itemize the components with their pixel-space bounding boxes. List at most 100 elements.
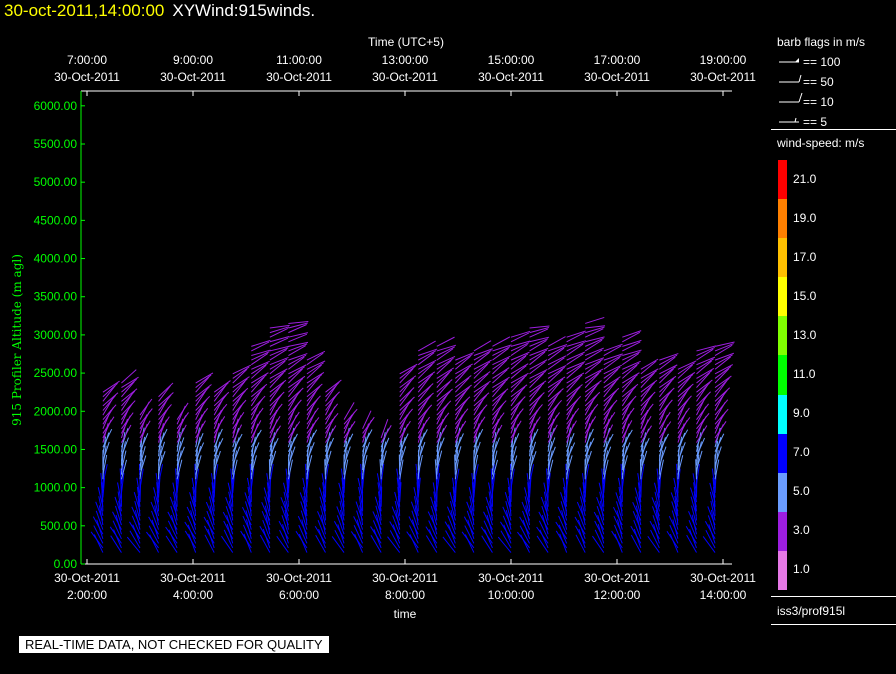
x-tick-date: 30-Oct-2011: [584, 571, 650, 585]
wind-barb: [669, 533, 679, 553]
barb-legend-label: == 5: [803, 115, 827, 129]
colorbar-label: 21.0: [793, 171, 817, 186]
y-tick-label: 6000.00: [34, 99, 78, 113]
top-tick-time: 15:00:00: [488, 53, 535, 67]
wind-barb: [510, 398, 524, 416]
y-axis-label: 915 Profiler Altitude (m agl): [10, 254, 24, 426]
x-tick-date: 30-Oct-2011: [160, 571, 226, 585]
wind-barb: [399, 363, 418, 375]
wind-barb: [176, 402, 189, 420]
x-tick-date: 30-Oct-2011: [372, 571, 438, 585]
wind-barb: [640, 394, 654, 411]
wind-barb: [614, 533, 623, 553]
wind-barb: [473, 371, 491, 384]
top-tick-time: 19:00:00: [700, 53, 747, 67]
wind-barb: [584, 358, 603, 370]
colorbar-swatch: [778, 199, 787, 239]
wind-barb: [343, 402, 355, 420]
barb-pennant: [795, 58, 799, 62]
wind-barb: [640, 368, 659, 379]
wind-barb: [232, 390, 246, 407]
wind-barb: [714, 389, 728, 407]
wind-barb: [473, 359, 492, 370]
wind-barb: [213, 394, 227, 411]
y-tick-label: 4000.00: [34, 252, 78, 266]
wind-profile-chart: 0.00 500.00 1000.00 1500.00 2000.00 2500.00 30…: [10, 35, 756, 621]
top-tick-date: 30-Oct-2011: [478, 70, 544, 84]
top-tick-time: 11:00:00: [276, 53, 322, 67]
wind-barb: [399, 399, 413, 416]
y-tick-label: 0.00: [54, 557, 78, 571]
wind-barb: [158, 385, 172, 402]
x-tick-time: 6:00:00: [279, 588, 319, 602]
colorbar-swatch: [778, 433, 787, 474]
wind-barb: [417, 395, 432, 411]
colorbar-label: 3.0: [793, 523, 810, 538]
wind-barb: [102, 394, 117, 411]
barb-legend-label: == 50: [803, 75, 834, 89]
y-tick-label: 3000.00: [34, 328, 78, 342]
colorbar-label: 5.0: [793, 484, 810, 499]
wind-barb: [659, 390, 673, 407]
colorbar-swatch: [778, 472, 787, 513]
top-tick-time: 17:00:00: [594, 53, 641, 67]
top-tick-date: 30-Oct-2011: [160, 70, 226, 84]
quality-warning: REAL-TIME DATA, NOT CHECKED FOR QUALITY: [19, 636, 329, 653]
barb-flags-title: barb flags in m/s: [777, 35, 866, 49]
y-tick-label: 1500.00: [34, 442, 78, 456]
wind-barb: [510, 372, 529, 384]
x-tick-time: 12:00:00: [594, 588, 641, 602]
colorbar-swatch: [778, 316, 787, 356]
wind-barb: [243, 533, 252, 553]
wind-barb: [455, 375, 472, 388]
colorbar-label: 17.0: [793, 249, 817, 264]
legend-divider: [771, 624, 896, 625]
wind-barb: [436, 336, 455, 347]
wind-barb: [473, 394, 488, 411]
wind-barb: [139, 398, 153, 416]
legend-panel: barb flags in m/s == 100 == 50 == 10 == 5 w…: [771, 28, 896, 628]
wind-barb: [298, 533, 308, 553]
top-tick-date: 30-Oct-2011: [372, 70, 438, 84]
wind-barb: [492, 336, 511, 347]
colorbar-swatch: [778, 511, 787, 552]
colorbar-swatch: [778, 160, 787, 200]
wind-barb: [251, 339, 271, 347]
wind-barb: [288, 390, 302, 407]
wind-barb: [547, 336, 566, 347]
legend-divider: [771, 596, 896, 597]
colorbar-swatch: [778, 277, 787, 317]
colorbar-label: 7.0: [793, 445, 810, 460]
wind-barb: [492, 344, 512, 352]
y-tick-label: 4500.00: [34, 213, 78, 227]
top-tick-date: 30-Oct-2011: [690, 70, 756, 84]
wind-speed-colorbar: 21.0 19.0 17.0 15.0 13.0 11.0 9.0 7.0 5.0 3.0 1.0: [778, 160, 888, 591]
top-tick-date: 30-Oct-2011: [584, 70, 650, 84]
y-tick-label: 5500.00: [34, 137, 78, 151]
x-axis-label: time: [394, 607, 417, 621]
wind-barb: [539, 529, 549, 549]
wind-barb: [168, 529, 178, 549]
x-tick-date: 30-Oct-2011: [478, 571, 544, 585]
wind-barb: [503, 524, 512, 544]
wind-barb: [417, 385, 432, 402]
wind-barb: [132, 524, 141, 544]
wind-barb: [584, 368, 604, 379]
wind-barb: [584, 394, 598, 411]
x-tick-time: 10:00:00: [488, 588, 535, 602]
wind-barb: [288, 345, 306, 356]
top-tick-time: 7:00:00: [67, 53, 107, 67]
y-tick-label: 2500.00: [34, 366, 78, 380]
wind-barb: [529, 349, 548, 361]
wind-barb: [640, 358, 659, 370]
wind-barb: [714, 364, 733, 375]
wind-barb: [325, 393, 338, 411]
wind-barb: [714, 354, 733, 366]
wind-barb: [195, 372, 214, 384]
wind-barb: [529, 394, 543, 411]
barb-flag-full: [798, 92, 803, 103]
y-tick-label: 2000.00: [34, 404, 78, 418]
wind-barb: [113, 529, 122, 549]
colorbar-label: 13.0: [793, 327, 817, 342]
wind-barb: [362, 410, 372, 430]
